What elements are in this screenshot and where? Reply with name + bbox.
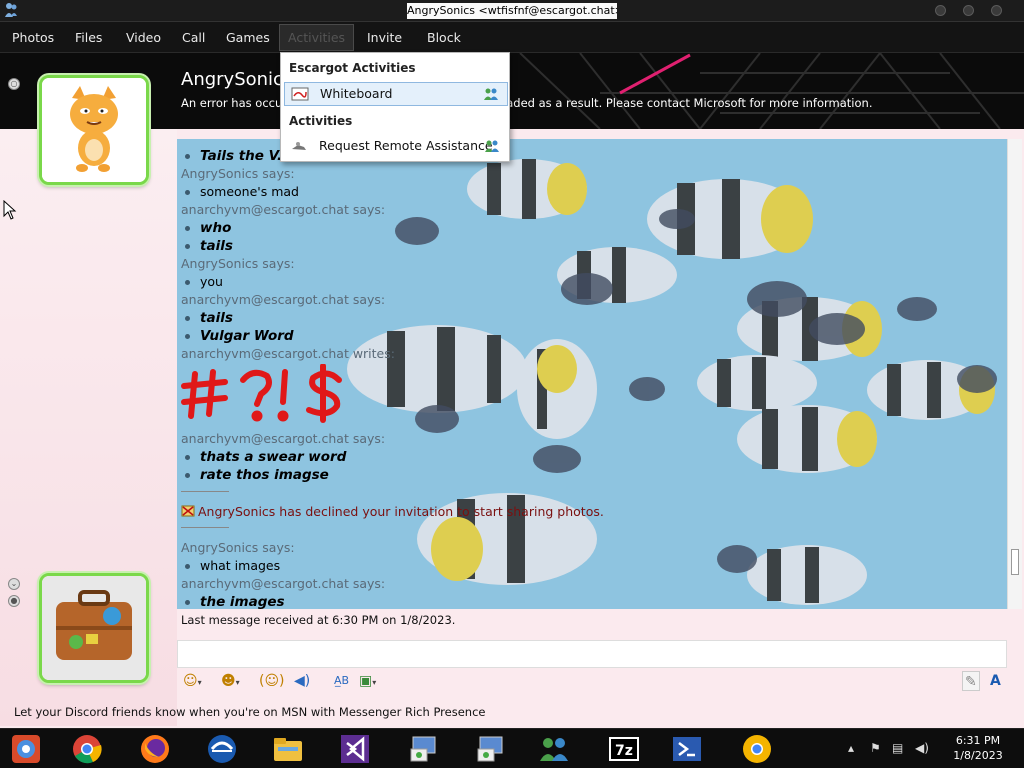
menu-bar: Photos Files Video Call Games Activities… xyxy=(0,22,1024,67)
decline-icon xyxy=(181,505,195,517)
system-message: AngrySonics has declined your invitation… xyxy=(181,504,604,519)
messenger-window: AngrySonics <wtfisfnf@escargot.chat> Pho… xyxy=(0,0,1024,768)
network-icon[interactable]: ▤ xyxy=(892,741,903,755)
7zip-icon[interactable]: 7z xyxy=(608,733,640,765)
sender-label: AngrySonics says: xyxy=(181,540,295,555)
people-icon xyxy=(484,88,498,100)
window-title: AngrySonics <wtfisfnf@escargot.chat> xyxy=(407,3,617,19)
scrollbar-thumb[interactable] xyxy=(1011,549,1019,575)
chrome-canary-icon[interactable] xyxy=(741,733,773,765)
menu-files[interactable]: Files xyxy=(75,22,102,53)
dropdown-section-header: Escargot Activities xyxy=(289,61,416,75)
messenger-contacts-icon[interactable] xyxy=(538,733,570,765)
separator xyxy=(181,491,229,492)
menu-item-remote-assistance[interactable]: Request Remote Assistance xyxy=(284,135,508,159)
powershell-icon[interactable] xyxy=(671,733,703,765)
chrome-icon[interactable] xyxy=(71,733,103,765)
last-message-status: Last message received at 6:30 PM on 1/8/… xyxy=(181,613,456,627)
title-bar[interactable]: AngrySonics <wtfisfnf@escargot.chat> xyxy=(0,0,1024,22)
expand-icon[interactable]: ⌄ xyxy=(8,578,20,590)
remote-desktop-icon[interactable] xyxy=(474,733,506,765)
chat-message: Vulgar Word xyxy=(185,328,294,344)
handwriting-ink xyxy=(181,364,342,423)
nudge-icon[interactable]: (☺) xyxy=(259,671,285,691)
chat-scrollbar[interactable] xyxy=(1007,139,1022,609)
status-icon[interactable]: ○ xyxy=(8,78,20,90)
menu-photos[interactable]: Photos xyxy=(12,22,54,53)
promo-banner[interactable]: Let your Discord friends know when you'r… xyxy=(14,705,485,719)
start-button-icon[interactable] xyxy=(10,733,42,765)
sender-label: AngrySonics says: xyxy=(181,166,295,181)
chat-message: rate thos imagse xyxy=(185,467,329,483)
wink-icon[interactable]: ☻▾ xyxy=(221,671,240,691)
chat-transcript: Tails the V... AngrySonics says: someone… xyxy=(177,139,997,609)
activities-dropdown: Escargot Activities Whiteboard Activitie… xyxy=(280,52,510,162)
clock-date: 1/8/2023 xyxy=(953,749,1003,762)
volume-icon[interactable]: ◀) xyxy=(915,741,929,755)
menu-games[interactable]: Games xyxy=(226,22,270,53)
background-icon[interactable]: ▣▾ xyxy=(359,671,376,691)
chat-history[interactable]: Tails the V... AngrySonics says: someone… xyxy=(177,139,1007,609)
firefox-icon[interactable] xyxy=(139,733,171,765)
menu-item-whiteboard[interactable]: Whiteboard xyxy=(284,82,508,106)
font-icon[interactable]: A̲B xyxy=(334,671,349,691)
messenger-icon xyxy=(5,3,17,17)
openoffice-icon[interactable] xyxy=(206,733,238,765)
sender-label: anarchyvm@escargot.chat says: xyxy=(181,292,386,307)
menu-call[interactable]: Call xyxy=(182,22,205,53)
sender-label: anarchyvm@escargot.chat says: xyxy=(181,431,386,446)
tray-expand-icon[interactable]: ▴ xyxy=(848,741,854,755)
sender-label: anarchyvm@escargot.chat says: xyxy=(181,576,386,591)
system-clock[interactable]: 6:31 PM 1/8/2023 xyxy=(948,733,1008,763)
sender-label: AngrySonics says: xyxy=(181,256,295,271)
close-button[interactable] xyxy=(991,5,1002,16)
chat-message: tails xyxy=(185,310,233,326)
voice-clip-icon[interactable]: ◀) xyxy=(294,671,310,691)
webcam-icon[interactable]: ● xyxy=(8,595,20,607)
menu-invite[interactable]: Invite xyxy=(367,22,402,53)
message-input[interactable] xyxy=(177,640,1007,668)
chat-message: who xyxy=(185,220,231,236)
text-a-icon[interactable]: A xyxy=(990,671,1001,691)
whiteboard-icon xyxy=(291,87,309,101)
chat-message: what images xyxy=(185,558,280,573)
suitcase-avatar-icon xyxy=(42,576,146,680)
menu-video[interactable]: Video xyxy=(126,22,161,53)
chat-message: you xyxy=(185,274,223,289)
maximize-button[interactable] xyxy=(963,5,974,16)
minimize-button[interactable] xyxy=(935,5,946,16)
people-icon xyxy=(485,140,499,152)
sender-label: anarchyvm@escargot.chat says: xyxy=(181,202,386,217)
clock-time: 6:31 PM xyxy=(955,734,1001,747)
contact-avatar[interactable] xyxy=(39,75,149,185)
file-explorer-icon[interactable] xyxy=(272,733,304,765)
chat-message: Tails the V... xyxy=(185,148,292,164)
cursor-icon xyxy=(3,200,17,220)
banner-pattern xyxy=(519,53,1024,129)
menu-activities[interactable]: Activities xyxy=(279,24,355,51)
dropdown-section-header: Activities xyxy=(289,114,353,128)
chat-message: thats a swear word xyxy=(185,449,346,465)
visual-studio-icon[interactable] xyxy=(339,733,371,765)
svg-text:7z: 7z xyxy=(615,743,633,759)
flag-icon[interactable]: ⚑ xyxy=(870,741,881,755)
sender-label: anarchyvm@escargot.chat writes: xyxy=(181,346,395,361)
separator xyxy=(181,527,229,528)
chat-message: the images xyxy=(185,594,285,609)
menu-block[interactable]: Block xyxy=(427,22,461,53)
contact-name: AngrySonics xyxy=(181,69,293,90)
remote-assistance-icon xyxy=(292,142,306,150)
smiley-icon[interactable]: ☺▾ xyxy=(183,671,202,691)
format-toolbar: ☺▾ ☻▾ (☺) ◀) A̲B ▣▾ ✎ A xyxy=(177,669,1011,695)
remote-desktop-icon[interactable] xyxy=(407,733,439,765)
my-avatar[interactable] xyxy=(39,573,149,683)
chat-message: tails xyxy=(185,238,233,254)
cat-avatar-icon xyxy=(42,78,146,182)
chat-message: someone's mad xyxy=(185,184,299,199)
pencil-icon[interactable]: ✎ xyxy=(962,671,980,691)
header-banner xyxy=(0,53,1024,129)
